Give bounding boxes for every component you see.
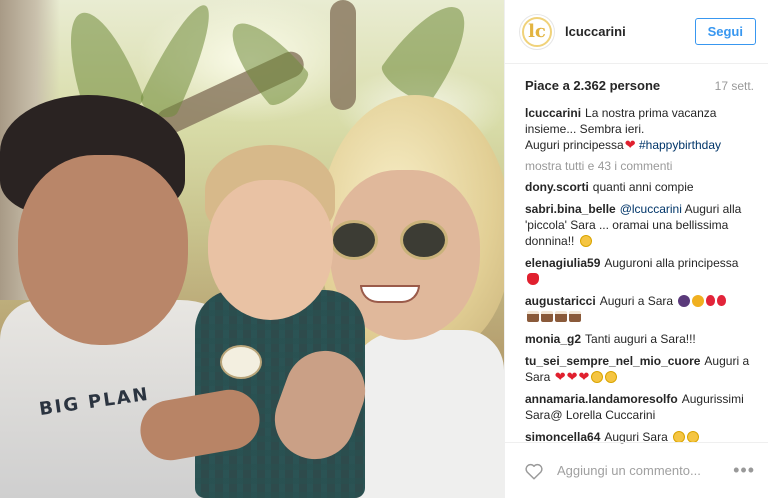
post-photo[interactable]: BIG PLAN bbox=[0, 0, 504, 498]
balloon-icon bbox=[717, 295, 727, 306]
smile-emoji-icon bbox=[579, 235, 592, 247]
cake-icon bbox=[527, 311, 539, 322]
comment-user[interactable]: augustaricci bbox=[525, 294, 596, 308]
child-face bbox=[208, 180, 333, 320]
heart-eyes-emoji-icon bbox=[591, 371, 604, 383]
cake-icon bbox=[541, 311, 553, 322]
stats-row: Piace a 2.362 persone 17 sett. bbox=[505, 64, 768, 99]
comment-item: elenagiulia59 Auguroni alla principessa bbox=[525, 255, 754, 287]
comment-item: dony.scorti quanti anni compie bbox=[525, 179, 754, 195]
heart-outline-icon bbox=[525, 463, 543, 480]
party-popper-emoji-icon bbox=[692, 295, 705, 307]
likes-count[interactable]: Piace a 2.362 persone bbox=[525, 78, 660, 93]
red-heart-icon: ❤ bbox=[554, 369, 566, 384]
caption-user[interactable]: lcuccarini bbox=[525, 106, 581, 120]
caption-text-2: Auguri principessa bbox=[525, 138, 624, 152]
cake-icon bbox=[569, 311, 581, 322]
comment-text: quanti anni compie bbox=[592, 180, 694, 194]
hashtag-link[interactable]: #happybirthday bbox=[639, 138, 721, 152]
mention-link[interactable]: @lcuccarini bbox=[620, 202, 682, 216]
view-all-comments-link[interactable]: mostra tutti e 43 i commenti bbox=[525, 159, 754, 173]
comment-bar: ••• bbox=[505, 442, 768, 498]
comment-user[interactable]: elenagiulia59 bbox=[525, 256, 600, 270]
username-link[interactable]: lcuccarini bbox=[565, 24, 695, 39]
more-options-icon[interactable]: ••• bbox=[733, 460, 755, 481]
comment-item: tu_sei_sempre_nel_mio_cuore Auguri a Sara… bbox=[525, 353, 754, 385]
tree-branch bbox=[330, 0, 356, 110]
red-heart-icon: ❤ bbox=[566, 369, 578, 384]
comment-text: Auguroni alla principessa bbox=[604, 256, 739, 270]
avatar[interactable]: lc bbox=[519, 13, 555, 50]
comment-user[interactable]: annamaria.landamoresolfo bbox=[525, 392, 678, 406]
comment-item: augustaricci Auguri a Sara bbox=[525, 293, 754, 325]
comment-user[interactable]: sabri.bina_belle bbox=[525, 202, 616, 216]
pacifier bbox=[220, 345, 262, 379]
comment-item: monia_g2 Tanti auguri a Sara!!! bbox=[525, 331, 754, 347]
leaf bbox=[376, 0, 484, 109]
comment-user[interactable]: tu_sei_sempre_nel_mio_cuore bbox=[525, 354, 700, 368]
man-face bbox=[18, 155, 188, 345]
woman-smile bbox=[360, 285, 420, 303]
comment-item: sabri.bina_belle @lcuccarini Auguri alla … bbox=[525, 201, 754, 249]
comment-text: Auguri a Sara bbox=[599, 294, 674, 308]
balloon-icon bbox=[706, 295, 716, 306]
party-hat-emoji-icon bbox=[678, 295, 691, 307]
sunglasses bbox=[330, 220, 470, 265]
red-heart-icon: ❤ bbox=[578, 369, 590, 384]
comment-text: Tanti auguri a Sara!!! bbox=[585, 332, 696, 346]
post-date[interactable]: 17 sett. bbox=[715, 79, 754, 93]
woman-top bbox=[345, 330, 504, 498]
post-header: lc lcuccarini Segui bbox=[505, 0, 768, 64]
cake-icon bbox=[555, 311, 567, 322]
comments-list: lcuccarini La nostra prima vacanza insiem… bbox=[505, 99, 768, 445]
follow-button[interactable]: Segui bbox=[694, 18, 756, 45]
post-sidebar: lc lcuccarini Segui Piace a 2.362 person… bbox=[504, 0, 768, 498]
heart-eyes-emoji-icon bbox=[605, 371, 618, 383]
red-heart-icon: ❤ bbox=[624, 137, 636, 152]
comment-input[interactable] bbox=[557, 463, 734, 478]
avatar-logo: lc bbox=[522, 16, 552, 47]
comment-user[interactable]: dony.scorti bbox=[525, 180, 589, 194]
comment-item: annamaria.landamoresolfo Augurissimi Sara… bbox=[525, 391, 754, 423]
comment-user[interactable]: monia_g2 bbox=[525, 332, 581, 346]
like-button[interactable] bbox=[523, 461, 545, 481]
lips-emoji-icon bbox=[527, 273, 539, 285]
caption: lcuccarini La nostra prima vacanza insiem… bbox=[525, 105, 754, 153]
